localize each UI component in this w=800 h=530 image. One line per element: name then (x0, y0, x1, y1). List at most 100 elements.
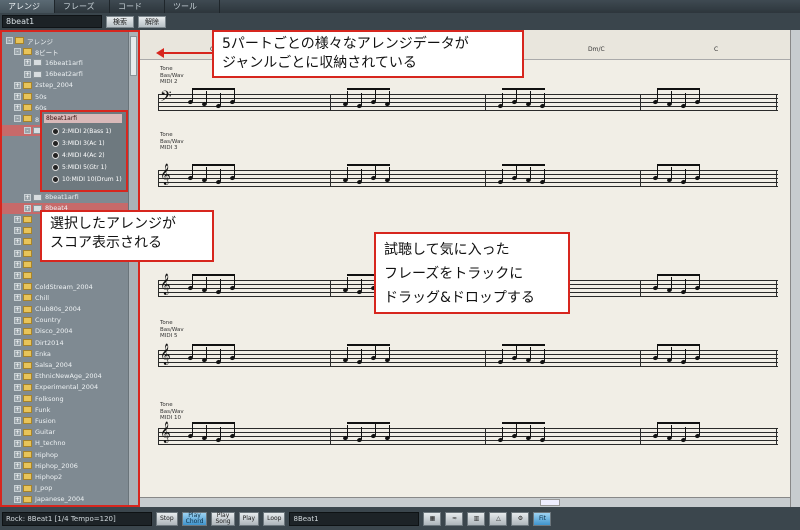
arrange-part-item[interactable]: 5:MIDI 5(Gtr 1) (52, 162, 107, 172)
tree-item[interactable]: + Hiphop_2006 (2, 460, 128, 471)
expand-icon[interactable]: + (24, 59, 31, 67)
arrange-part-item[interactable]: 4:MIDI 4(Ac 2) (52, 150, 105, 160)
play-button[interactable]: Play (238, 511, 260, 526)
tree-item[interactable]: + Dirt2014 (2, 337, 128, 348)
collapse-icon[interactable]: - (14, 115, 21, 123)
tab-chord[interactable]: コード (110, 0, 165, 13)
score-vertical-scrollbar[interactable] (790, 30, 800, 507)
folder-icon (23, 395, 32, 403)
arrange-part-item[interactable]: 2:MIDI 2(Bass 1) (52, 126, 111, 136)
expand-icon[interactable]: + (24, 193, 31, 201)
expand-icon[interactable]: + (14, 339, 21, 347)
settings-icon[interactable]: ⚙ (511, 511, 530, 526)
loop-button[interactable]: Loop (263, 511, 286, 526)
expand-icon[interactable]: + (24, 70, 31, 78)
expand-icon[interactable]: + (14, 439, 21, 447)
expand-icon[interactable]: + (14, 81, 21, 89)
wave-icon[interactable]: ≈ (445, 511, 464, 526)
collapse-icon[interactable]: - (24, 126, 31, 134)
expand-icon[interactable]: + (14, 495, 21, 503)
note-stem (516, 345, 517, 357)
expand-icon[interactable]: + (14, 216, 21, 224)
tree-item[interactable]: + Guitar (2, 427, 128, 438)
expand-icon[interactable]: + (14, 395, 21, 403)
note-stem (530, 347, 531, 359)
tree-item[interactable]: + EthnicNewAge_2004 (2, 371, 128, 382)
expand-icon[interactable]: + (14, 417, 21, 425)
expand-icon[interactable]: + (14, 462, 21, 470)
expand-icon[interactable]: + (14, 316, 21, 324)
stop-button[interactable]: Stop (156, 511, 178, 526)
tab-arrange[interactable]: アレンジ (0, 0, 55, 13)
tree-item[interactable]: + Funk (2, 404, 128, 415)
play-chord-button[interactable]: Play Chord (181, 511, 208, 526)
tree-item[interactable]: + ColdStream_2004 (2, 281, 128, 292)
collapse-icon[interactable]: - (6, 37, 13, 45)
expand-icon[interactable]: + (14, 327, 21, 335)
tree-item[interactable]: + Hiphop (2, 449, 128, 460)
tree-item[interactable]: +8beat1arfi (2, 192, 128, 203)
expand-icon[interactable]: + (14, 428, 21, 436)
play-song-button[interactable]: Play Song (211, 511, 235, 526)
expand-icon[interactable]: + (14, 372, 21, 380)
grid-icon[interactable]: ▦ (423, 511, 442, 526)
search-button[interactable]: 検索 (106, 15, 134, 28)
tree-item[interactable]: +50s (2, 91, 128, 102)
note-stem (699, 165, 700, 177)
expand-icon[interactable]: + (14, 484, 21, 492)
expand-icon[interactable]: + (14, 383, 21, 391)
tree-item[interactable]: + Country (2, 315, 128, 326)
tree-item[interactable]: + Experimental_2004 (2, 382, 128, 393)
arrange-parts-title[interactable]: 8beat1arfi (44, 114, 122, 123)
tree-item[interactable]: + Enka (2, 348, 128, 359)
piano-icon[interactable]: ▥ (467, 511, 486, 526)
expand-icon[interactable]: + (14, 451, 21, 459)
tree-item[interactable]: + Folksong (2, 393, 128, 404)
arrange-part-item[interactable]: 3:MIDI 3(Ac 1) (52, 138, 105, 148)
tree-item[interactable]: + Chill (2, 292, 128, 303)
search-input[interactable] (2, 15, 102, 28)
tree-item[interactable]: - 8ビート (2, 46, 128, 57)
expand-icon[interactable]: + (14, 361, 21, 369)
tree-item-label: EthnicNewAge_2004 (35, 372, 102, 381)
tree-item[interactable]: +2step_2004 (2, 80, 128, 91)
tree-item[interactable]: + J_pop (2, 483, 128, 494)
tree-scrollbar[interactable] (128, 32, 138, 505)
expand-icon[interactable]: + (14, 227, 21, 235)
tab-phrase[interactable]: フレーズ (55, 0, 110, 13)
expand-icon[interactable]: + (14, 305, 21, 313)
fit-button[interactable]: Fit (533, 511, 552, 526)
tree-item[interactable]: + Japanese_2004 (2, 494, 128, 505)
tree-item[interactable]: + H_techno (2, 438, 128, 449)
tree-item[interactable]: + Fusion (2, 415, 128, 426)
expand-icon[interactable]: + (14, 260, 21, 268)
arrange-part-item[interactable]: 10:MIDI 10(Drum 1) (52, 174, 122, 184)
folder-icon (23, 372, 32, 380)
expand-icon[interactable]: + (14, 283, 21, 291)
expand-icon[interactable]: + (24, 204, 31, 212)
tree-item[interactable]: + Hiphop2 (2, 471, 128, 482)
tree-item[interactable]: - アレンジ (2, 35, 128, 46)
clear-button[interactable]: 解除 (138, 15, 166, 28)
metronome-icon[interactable]: △ (489, 511, 508, 526)
tree-item[interactable]: + Salsa_2004 (2, 359, 128, 370)
tree-scroll-thumb[interactable] (130, 36, 137, 76)
expand-icon[interactable]: + (14, 350, 21, 358)
tree-item[interactable]: + Club80s_2004 (2, 304, 128, 315)
tab-tool[interactable]: ツール (165, 0, 220, 13)
tree-item[interactable]: + Disco_2004 (2, 326, 128, 337)
expand-icon[interactable]: + (14, 93, 21, 101)
expand-icon[interactable]: + (14, 249, 21, 257)
expand-icon[interactable]: + (14, 238, 21, 246)
collapse-icon[interactable]: - (14, 48, 21, 56)
expand-icon[interactable]: + (14, 473, 21, 481)
expand-icon[interactable]: + (14, 272, 21, 280)
expand-icon[interactable]: + (14, 294, 21, 302)
tree-item[interactable]: +16beat1arfi (2, 57, 128, 68)
score-horizontal-scrollbar[interactable] (140, 497, 790, 507)
expand-icon[interactable]: + (14, 406, 21, 414)
expand-icon[interactable]: + (14, 104, 21, 112)
score-scroll-thumb[interactable] (540, 499, 560, 506)
tree-item[interactable]: + (2, 270, 128, 281)
tree-item[interactable]: +16beat2arfi (2, 69, 128, 80)
